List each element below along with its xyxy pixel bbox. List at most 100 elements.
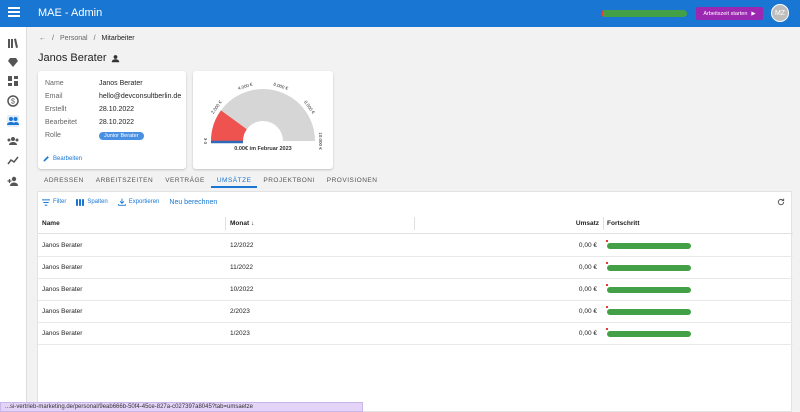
role-label: Rolle (45, 132, 61, 139)
cell-month: 10/2022 (230, 286, 254, 293)
name-value: Janos Berater (99, 80, 143, 87)
work-timer-progress (601, 10, 687, 17)
revenue-table: Filter Spalten Exportieren Neu berechnen… (37, 191, 793, 412)
download-icon (117, 198, 126, 206)
refresh-icon[interactable] (777, 198, 785, 206)
cell-name: Janos Berater (42, 286, 83, 293)
recalculate-button[interactable]: Neu berechnen (169, 199, 217, 206)
header-month-label: Monat (230, 220, 250, 227)
people-icon[interactable] (7, 115, 19, 127)
edited-label: Bearbeitet (45, 119, 77, 126)
avatar[interactable]: MZ (771, 4, 789, 22)
progress-marker (606, 240, 608, 242)
library-icon[interactable] (7, 37, 19, 49)
start-worktime-label: Arbeitszeit starten (703, 10, 748, 17)
menu-icon[interactable] (8, 7, 20, 19)
progress-bar (607, 331, 691, 337)
person-icon (112, 54, 120, 62)
cell-month: 2/2023 (230, 308, 250, 315)
columns-button[interactable]: Spalten (76, 198, 108, 206)
employee-info-card: Name Janos Berater Email hello@devconsultb… (38, 71, 186, 169)
tab-0[interactable]: ADRESSEN (38, 174, 90, 188)
header-month[interactable]: Monat ↓ (230, 220, 254, 227)
created-label: Erstellt (45, 106, 67, 113)
breadcrumb: ← / Personal / Mitarbeiter (39, 35, 135, 42)
tab-5[interactable]: PROVISIONEN (321, 174, 384, 188)
gauge-caption: 0.00€ im Februar 2023 (234, 146, 292, 152)
export-label: Exportieren (128, 199, 160, 205)
tab-4[interactable]: PROJEKTBONI (257, 174, 320, 188)
grid-toolbar: Filter Spalten Exportieren Neu berechnen (42, 198, 217, 206)
progress-bar (607, 265, 691, 271)
diamond-icon[interactable] (7, 56, 19, 68)
tab-1[interactable]: ARBEITSZEITEN (90, 174, 159, 188)
header-progress[interactable]: Fortschritt (607, 220, 640, 227)
gauge-tick-label: 6.000 € (273, 82, 289, 92)
filter-label: Filter (53, 199, 67, 205)
page-title: Janos Berater (38, 52, 120, 64)
edited-value: 28.10.2022 (99, 119, 135, 126)
app-title: MAE - Admin (38, 7, 103, 19)
header-name[interactable]: Name (42, 220, 60, 227)
cell-month: 12/2022 (230, 242, 254, 249)
email-value: hello@devconsultberlin.de (99, 93, 182, 100)
cell-name: Janos Berater (42, 242, 83, 249)
edit-button-label: Bearbeiten (53, 155, 83, 162)
cell-name: Janos Berater (42, 308, 83, 315)
table-row[interactable]: Janos Berater 2/2023 0,00 € (38, 301, 793, 323)
currency-icon[interactable]: $ (7, 95, 19, 107)
revenue-gauge-card: 0 €2.000 €4.000 €6.000 €8.000 €10.000 € … (193, 71, 333, 169)
breadcrumb-current: Mitarbeiter (101, 35, 135, 42)
progress-bar (607, 243, 691, 249)
svg-text:$: $ (11, 99, 15, 106)
filter-icon (42, 198, 50, 206)
table-row[interactable]: Janos Berater 12/2022 0,00 € (38, 235, 793, 257)
progress-marker (606, 306, 608, 308)
tab-bar: ADRESSEN ARBEITSZEITEN VERTRÄGE UMSÄTZE PROJ… (38, 174, 383, 188)
role-badge: Junior Berater (99, 132, 144, 140)
email-label: Email (45, 93, 63, 100)
progress-marker (606, 328, 608, 330)
status-url: ...si-vertrieb-marketing.de/personal/9ea… (0, 402, 363, 412)
progress-marker (606, 284, 608, 286)
sort-arrow-icon[interactable]: ↓ (251, 220, 254, 227)
groups-icon[interactable] (7, 135, 19, 147)
created-value: 28.10.2022 (99, 106, 135, 113)
header-revenue[interactable]: Umsatz (576, 220, 599, 227)
filter-button[interactable]: Filter (42, 198, 67, 206)
trending-icon[interactable] (7, 155, 19, 167)
revenue-gauge: 0 €2.000 €4.000 €6.000 €8.000 €10.000 € (203, 81, 323, 150)
app-bar: MAE - Admin Arbeitszeit starten ▶ MZ (0, 0, 800, 27)
breadcrumb-personal[interactable]: Personal (60, 35, 88, 42)
cell-month: 11/2022 (230, 264, 254, 271)
gauge-tick-label: 4.000 € (237, 81, 253, 91)
edit-button[interactable]: Bearbeiten (43, 155, 82, 162)
table-row[interactable]: Janos Berater 11/2022 0,00 € (38, 257, 793, 279)
cell-month: 1/2023 (230, 330, 250, 337)
name-label: Name (45, 80, 64, 87)
cell-revenue: 0,00 € (578, 242, 597, 249)
tab-2[interactable]: VERTRÄGE (159, 174, 211, 188)
play-icon: ▶ (751, 10, 756, 17)
columns-icon (76, 198, 85, 206)
table-row[interactable]: Janos Berater 10/2022 0,00 € (38, 279, 793, 301)
person-add-icon[interactable] (7, 175, 19, 187)
nav-rail: $ (0, 27, 27, 412)
cell-revenue: 0,00 € (578, 330, 597, 337)
dashboard-icon[interactable] (7, 75, 19, 87)
cell-revenue: 0,00 € (578, 308, 597, 315)
start-worktime-button[interactable]: Arbeitszeit starten ▶ (696, 7, 763, 20)
back-arrow-icon[interactable]: ← (39, 35, 46, 42)
export-button[interactable]: Exportieren (117, 198, 160, 206)
page-title-text: Janos Berater (38, 52, 107, 64)
table-row[interactable]: Janos Berater 1/2023 0,00 € (38, 323, 793, 345)
gauge-tick-label: 0 € (203, 137, 208, 144)
progress-bar (607, 309, 691, 315)
progress-marker (606, 262, 608, 264)
cell-revenue: 0,00 € (578, 286, 597, 293)
tab-3[interactable]: UMSÄTZE (210, 174, 258, 188)
cell-revenue: 0,00 € (578, 264, 597, 271)
cell-name: Janos Berater (42, 330, 83, 337)
table-header: Name Monat ↓ Umsatz Fortschritt (38, 213, 793, 234)
pencil-icon (43, 156, 49, 162)
